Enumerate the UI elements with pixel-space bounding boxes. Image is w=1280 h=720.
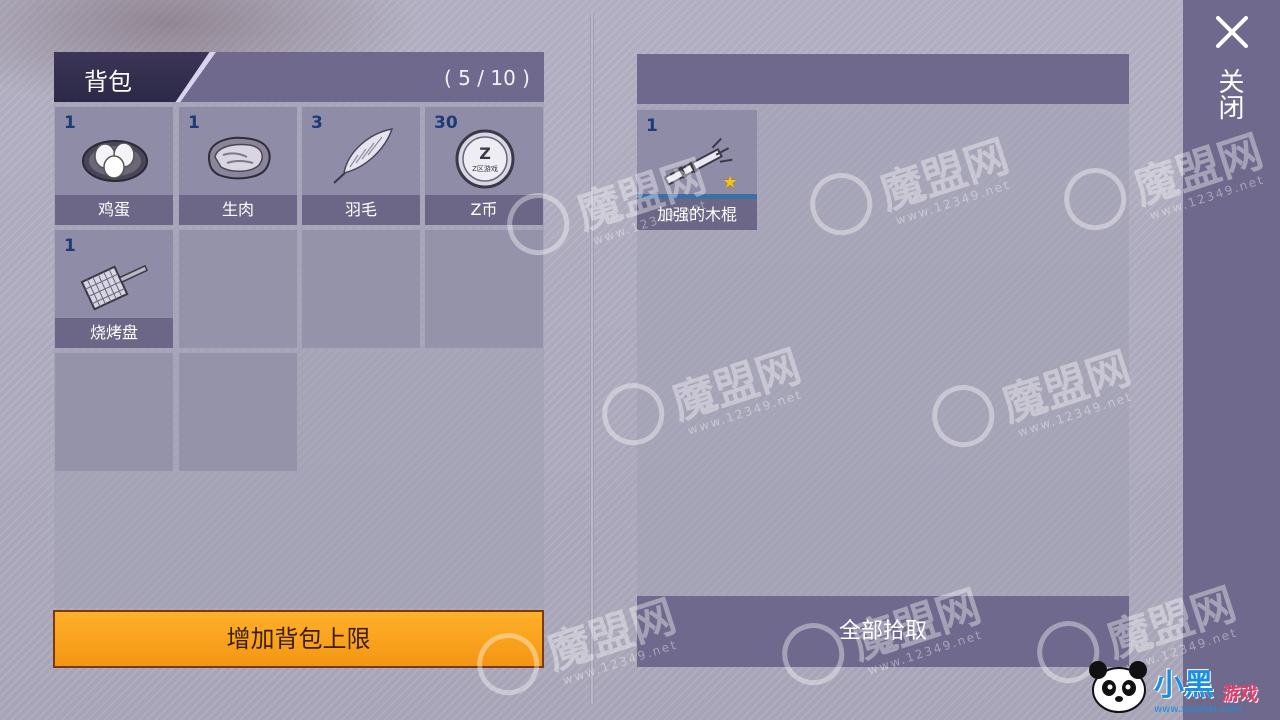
backpack-slot-empty[interactable] (178, 352, 298, 472)
raw-meat-icon (207, 136, 271, 180)
backpack-slot-feather[interactable]: 3 羽毛 (301, 106, 421, 226)
backpack-slot-empty[interactable] (301, 229, 421, 349)
eggs-nest-icon (82, 140, 148, 182)
z-coin-icon: Z Z区游戏 (455, 129, 515, 189)
backpack-slot-empty[interactable] (54, 352, 174, 472)
feather-icon (333, 128, 394, 184)
item-name: 羽毛 (302, 195, 420, 225)
svg-text:Z: Z (479, 144, 491, 163)
backpack-slot-empty[interactable] (178, 229, 298, 349)
close-icon[interactable] (1212, 12, 1252, 52)
item-name: 生肉 (179, 195, 297, 225)
panel-divider (590, 14, 594, 704)
coin-text: Z区游戏 (472, 164, 498, 173)
close-label[interactable]: 关闭 (1214, 68, 1248, 120)
grill-pan-icon (80, 264, 149, 311)
panda-logo-icon (1089, 661, 1147, 713)
expand-backpack-button[interactable]: 增加背包上限 (53, 610, 544, 668)
item-quantity: 1 (188, 113, 200, 133)
backpack-slot-grill-pan[interactable]: 1 烧烤盘 (54, 229, 174, 349)
item-quantity: 1 (64, 113, 76, 133)
item-name: 烧烤盘 (55, 318, 173, 348)
loot-header (637, 54, 1129, 104)
item-name: 鸡蛋 (55, 195, 173, 225)
backpack-slot-eggs[interactable]: 1 鸡蛋 (54, 106, 174, 226)
brand-url: www.xiaohei.com (1154, 704, 1242, 715)
star-icon: ★ (722, 172, 739, 193)
backpack-capacity: ( 5 / 10 ) (444, 66, 530, 90)
brand-title: 小黑 (1154, 668, 1214, 703)
item-quantity: 3 (311, 113, 323, 133)
item-quantity: 1 (64, 236, 76, 256)
brand-subtitle: 游戏 (1222, 684, 1258, 705)
backpack-slot-raw-meat[interactable]: 1 生肉 (178, 106, 298, 226)
backpack-title: 背包 (84, 68, 132, 96)
